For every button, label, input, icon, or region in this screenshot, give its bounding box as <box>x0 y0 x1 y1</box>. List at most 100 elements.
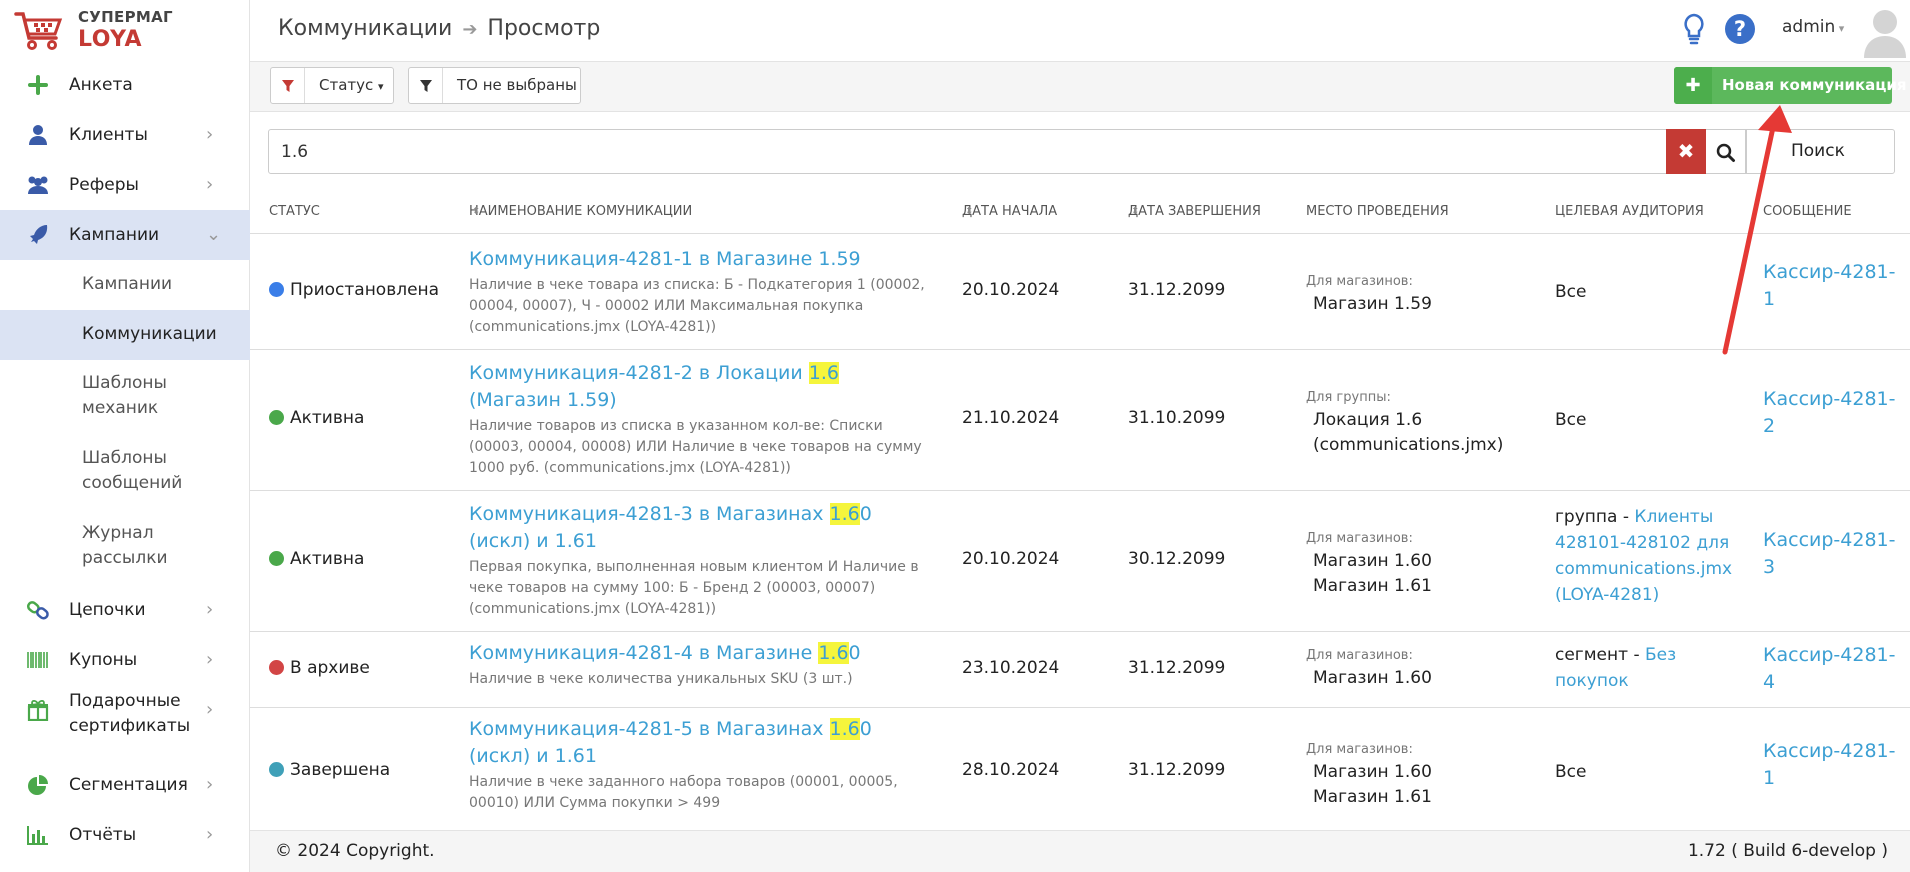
sidebar-item-gift-certificates[interactable]: Подарочные сертификаты › <box>0 685 250 760</box>
communication-description: Наличие в чеке заданного набора товаров … <box>469 774 898 811</box>
sidebar-nav: Анкета Клиенты › Реферы › Кампании ⌄ Кам… <box>0 60 250 860</box>
search-bar: ✖ Поиск <box>268 129 1895 174</box>
start-date: 28.10.2024 <box>962 760 1060 780</box>
search-button[interactable]: Поиск <box>1746 129 1895 174</box>
new-communication-label: Новая коммуникация <box>1722 76 1907 94</box>
sidebar-subitem-mailing-log[interactable]: Журнал рассылки <box>0 510 250 585</box>
to-filter-button[interactable]: ТО не выбраны <box>408 67 581 104</box>
chevron-right-icon: › <box>206 174 214 195</box>
to-filter-label: ТО не выбраны <box>457 76 577 94</box>
status-dot <box>269 282 284 297</box>
audience-cell: Все <box>1555 762 1587 782</box>
place-cell: Для магазинов: Магазин 1.60 Магазин 1.61 <box>1306 740 1536 810</box>
help-icon[interactable]: ? <box>1723 12 1757 46</box>
chevron-right-icon: › <box>206 649 214 670</box>
table-row: Активна Коммуникация-4281-3 в Магазинах … <box>250 491 1910 632</box>
sidebar-subitem-communications[interactable]: Коммуникации <box>0 310 250 360</box>
communication-link[interactable]: Коммуникация-4281-4 в Магазине 1.60 <box>469 640 929 667</box>
svg-text:?: ? <box>1734 17 1746 41</box>
communication-link[interactable]: Коммуникация-4281-5 в Магазинах 1.60 (ис… <box>469 716 929 770</box>
status-dot <box>269 410 284 425</box>
communications-table: СТАТУС НАИМЕНОВАНИЕ КОМУНИКАЦИИ ⬍ ДАТА НА… <box>250 192 1910 830</box>
sidebar-item-label: Кампании <box>69 225 160 245</box>
name-cell: Коммуникация-4281-2 в Локации 1.6 (Магаз… <box>469 360 929 479</box>
place-cell: Для магазинов: Магазин 1.60 <box>1306 646 1536 691</box>
communication-link[interactable]: Коммуникация-4281-1 в Магазине 1.59 <box>469 246 929 273</box>
message-cell: Кассир-4281-2 <box>1763 386 1903 440</box>
sidebar-item-label: Клиенты <box>69 125 148 145</box>
version: 1.72 ( Build 6-develop ) <box>1687 841 1888 861</box>
audience-cell: Все <box>1555 410 1587 430</box>
arrow-right-icon: ➔ <box>462 19 478 40</box>
place-cell: Для магазинов: Магазин 1.60 Магазин 1.61 <box>1306 529 1536 599</box>
col-status: СТАТУС <box>269 204 320 219</box>
message-cell: Кассир-4281-1 <box>1763 259 1903 313</box>
message-link[interactable]: Кассир-4281-4 <box>1763 644 1896 693</box>
sidebar-item-coupons[interactable]: Купоны › <box>0 635 250 685</box>
app-window: СУПЕРМАГ LOYA Анкета Клиенты › Реферы › … <box>0 0 1910 872</box>
sidebar-subitem-campaigns[interactable]: Кампании <box>0 260 250 310</box>
search-input[interactable] <box>268 129 1668 174</box>
users-icon <box>28 176 48 194</box>
status-dot <box>269 660 284 675</box>
breadcrumb-item-communications[interactable]: Коммуникации <box>278 16 452 41</box>
search-icon[interactable] <box>1706 129 1746 174</box>
place-cell: Для группы: Локация 1.6 (communications.… <box>1306 388 1536 458</box>
user-menu[interactable]: admin ▾ <box>1782 17 1844 37</box>
sidebar-item-segmentation[interactable]: Сегментация › <box>0 760 250 810</box>
message-link[interactable]: Кассир-4281-1 <box>1763 740 1896 789</box>
status-filter-button[interactable]: Статус ▾ <box>270 67 394 104</box>
place-cell: Для магазинов: Магазин 1.59 <box>1306 272 1536 317</box>
sort-icon: ⬍ <box>1131 206 1140 217</box>
status-cell: Приостановлена <box>269 280 439 300</box>
sort-icon: ⬍ <box>965 206 974 217</box>
sidebar-subitem-message-templates[interactable]: Шаблоны сообщений <box>0 435 250 510</box>
chevron-down-icon: ⌄ <box>206 224 222 245</box>
sidebar-item-label: Подарочные сертификаты <box>69 691 191 736</box>
name-cell: Коммуникация-4281-1 в Магазине 1.59 Нали… <box>469 246 929 338</box>
sidebar: СУПЕРМАГ LOYA Анкета Клиенты › Реферы › … <box>0 0 250 872</box>
place-value: Магазин 1.59 <box>1313 294 1432 314</box>
new-communication-button[interactable]: ✚ Новая коммуникация <box>1674 67 1907 104</box>
end-date: 31.12.2099 <box>1128 760 1226 780</box>
lightbulb-icon[interactable] <box>1680 12 1708 46</box>
status-cell: Завершена <box>269 760 390 780</box>
message-link[interactable]: Кассир-4281-2 <box>1763 388 1896 437</box>
sidebar-item-anketa[interactable]: Анкета <box>0 60 250 110</box>
logo-line1: СУПЕРМАГ <box>78 8 173 26</box>
filter-icon <box>409 68 443 103</box>
sidebar-item-label: Сегментация <box>69 775 188 795</box>
sidebar-item-label: Отчёты <box>69 825 137 845</box>
chevron-right-icon: › <box>206 824 214 845</box>
chevron-right-icon: › <box>206 599 214 620</box>
sidebar-subitem-mechanic-templates[interactable]: Шаблоны механик <box>0 360 250 435</box>
filter-toolbar: Статус ▾ ТО не выбраны ✚ Новая коммуника… <box>250 62 1910 112</box>
end-date: 31.12.2099 <box>1128 280 1226 300</box>
status-cell: В архиве <box>269 658 370 678</box>
sidebar-item-refers[interactable]: Реферы › <box>0 160 250 210</box>
sidebar-item-reports[interactable]: Отчёты › <box>0 810 250 860</box>
place-label: Для магазинов: <box>1306 648 1413 663</box>
name-cell: Коммуникация-4281-3 в Магазинах 1.60 (ис… <box>469 501 929 620</box>
message-link[interactable]: Кассир-4281-3 <box>1763 529 1896 578</box>
sidebar-item-label: Цепочки <box>69 600 146 620</box>
clear-search-button[interactable]: ✖ <box>1666 129 1706 174</box>
bar-chart-icon <box>27 826 48 845</box>
link-icon <box>26 601 49 620</box>
sidebar-item-clients[interactable]: Клиенты › <box>0 110 250 160</box>
message-link[interactable]: Кассир-4281-1 <box>1763 261 1896 310</box>
communication-link[interactable]: Коммуникация-4281-2 в Локации 1.6 (Магаз… <box>469 360 929 414</box>
message-cell: Кассир-4281-3 <box>1763 527 1903 581</box>
logo[interactable]: СУПЕРМАГ LOYA <box>0 0 250 62</box>
plus-icon <box>28 75 48 95</box>
footer: © 2024 Copyright. 1.72 ( Build 6-develop… <box>250 830 1910 872</box>
sidebar-item-label: Анкета <box>69 75 133 95</box>
sidebar-item-chains[interactable]: Цепочки › <box>0 585 250 635</box>
communication-link[interactable]: Коммуникация-4281-3 в Магазинах 1.60 (ис… <box>469 501 929 555</box>
place-label: Для группы: <box>1306 390 1391 405</box>
sidebar-item-campaigns[interactable]: Кампании ⌄ <box>0 210 250 260</box>
user-icon <box>29 125 47 145</box>
name-cell: Коммуникация-4281-5 в Магазинах 1.60 (ис… <box>469 716 929 814</box>
place-value: Магазин 1.60 <box>1313 668 1432 688</box>
avatar[interactable] <box>1862 4 1908 58</box>
